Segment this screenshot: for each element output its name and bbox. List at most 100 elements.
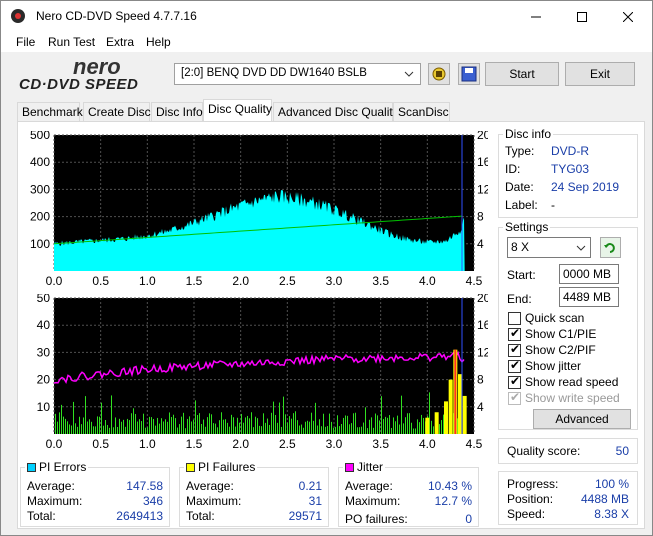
pi-failure-bar [303,427,304,434]
pi-failure-bar [121,421,122,434]
pi-failure-bar [287,422,288,434]
tab-disc-info[interactable]: Disc Info [151,102,203,122]
pi-failure-bar [307,420,308,434]
pi-failure-bar [343,417,344,434]
show-c1-checkbox[interactable]: ✔ [508,326,521,341]
advanced-button[interactable]: Advanced [533,409,631,429]
show-write-speed-checkbox: ✔ [508,390,521,405]
title-bar: Nero CD-DVD Speed 4.7.7.16 [1,1,652,32]
end-input[interactable]: 4489 MB [559,287,619,307]
checkmark-icon: ✔ [510,390,521,404]
pi-failures-total-label: Total: [186,509,215,523]
pi-failure-bar [89,419,90,434]
pi-failure-bar [179,424,180,434]
maximize-button[interactable] [559,1,605,32]
close-icon [623,11,633,22]
x-tick-label: 4.0 [419,274,436,288]
menu-file[interactable]: File [16,35,35,49]
start-label: Start: [507,268,536,282]
pi-failure-bar [267,418,268,434]
pi-failure-bar [105,420,106,434]
pi-failure-bar [309,421,310,434]
tab-benchmark[interactable]: Benchmark [17,102,83,122]
pi-failure-bar [285,414,286,434]
pi-failure-bar [103,425,104,434]
refresh-button[interactable] [600,237,621,258]
pi-failure-bar [399,424,400,434]
show-read-speed-checkbox[interactable]: ✔ [508,374,521,389]
pi-failure-bar [421,414,422,434]
save-icon [461,66,477,82]
po-failures-label: PO failures: [345,512,408,526]
pi-failure-bar [325,426,326,434]
checkmark-icon: ✔ [510,342,521,356]
position-value: 4488 MB [580,492,629,506]
show-jitter-checkbox[interactable]: ✔ [508,358,521,373]
pi-failure-bar [125,426,126,434]
pi-failure-bar [301,424,302,434]
menu-help[interactable]: Help [146,35,171,49]
pi-failure-bar [227,422,228,434]
start-button[interactable]: Start [485,62,559,86]
start-input[interactable]: 0000 MB [559,264,619,284]
x-tick-label: 3.0 [326,437,343,451]
pi-failure-bar [359,427,360,434]
pi-failure-bar [273,401,274,434]
y-tick-label: 300 [30,182,50,196]
tab-advanced-disc-quality[interactable]: Advanced Disc Quality [273,102,399,122]
pi-failure-bar [91,421,92,434]
pi-failure-bar [339,426,340,434]
pi-failure-bar [211,414,212,434]
close-button[interactable] [605,1,651,32]
pi-failure-bar [269,424,270,434]
pi-failure-bar [195,400,196,434]
save-button[interactable] [458,63,480,85]
pi-failure-bar [219,420,220,434]
y-tick-label: 500 [30,131,50,142]
eject-button[interactable] [428,63,450,85]
pi-failure-bar [405,417,406,434]
pi-failure-bar [97,416,98,434]
y2-tick-label: 12 [477,345,488,359]
pi-failure-bar [291,418,292,434]
show-c2-checkbox[interactable]: ✔ [508,342,521,357]
pi-failure-bar [95,426,96,434]
minimize-button[interactable] [513,1,559,32]
pi-failure-bar [259,425,260,434]
pi-failure-bar [137,421,138,434]
y2-tick-label: 8 [477,373,484,387]
show-jitter-label: Show jitter [525,359,582,373]
pi-failure-bar [145,427,146,434]
pi-failure-bar [295,411,296,434]
position-label: Position: [507,492,554,506]
pi-failure-bar [253,427,254,434]
quick-scan-checkbox[interactable]: ✔ [508,312,521,325]
speed-select[interactable]: 8 X [507,237,591,258]
tab-scandisc[interactable]: ScanDisc [393,102,450,122]
pi-failure-bar [323,413,324,434]
drive-select[interactable]: [2:0] BENQ DVD DD DW1640 BSLB [174,63,421,85]
pi-failure-bar [109,427,110,434]
progress-group: Progress: 100 % Position: 4488 MB Speed:… [498,471,638,525]
pi-failures-avg-value: 0.21 [298,479,322,493]
quick-scan-label: Quick scan [525,311,585,325]
app-window: Nero CD-DVD Speed 4.7.7.16 File Run Test… [0,0,653,536]
pi-failure-bar [73,401,74,434]
disc-type-value: DVD-R [551,144,589,158]
x-tick-label: 0.0 [46,274,63,288]
pi-failure-bar [169,412,170,434]
menu-run-test[interactable]: Run Test [48,35,95,49]
minimize-icon [531,16,541,17]
pi-failure-bar [448,379,453,434]
exit-button[interactable]: Exit [565,62,635,86]
end-label: End: [507,292,532,306]
jitter-swatch [345,463,354,473]
pi-failure-bar [275,414,276,434]
x-tick-label: 1.5 [186,437,203,451]
menu-extra[interactable]: Extra [106,35,134,49]
tab-disc-quality[interactable]: Disc Quality [203,99,272,122]
pi-failure-bar [257,418,258,434]
pi-failure-bar [443,414,444,434]
tab-create-disc[interactable]: Create Disc [83,102,151,122]
y-tick-label: 30 [37,345,51,359]
